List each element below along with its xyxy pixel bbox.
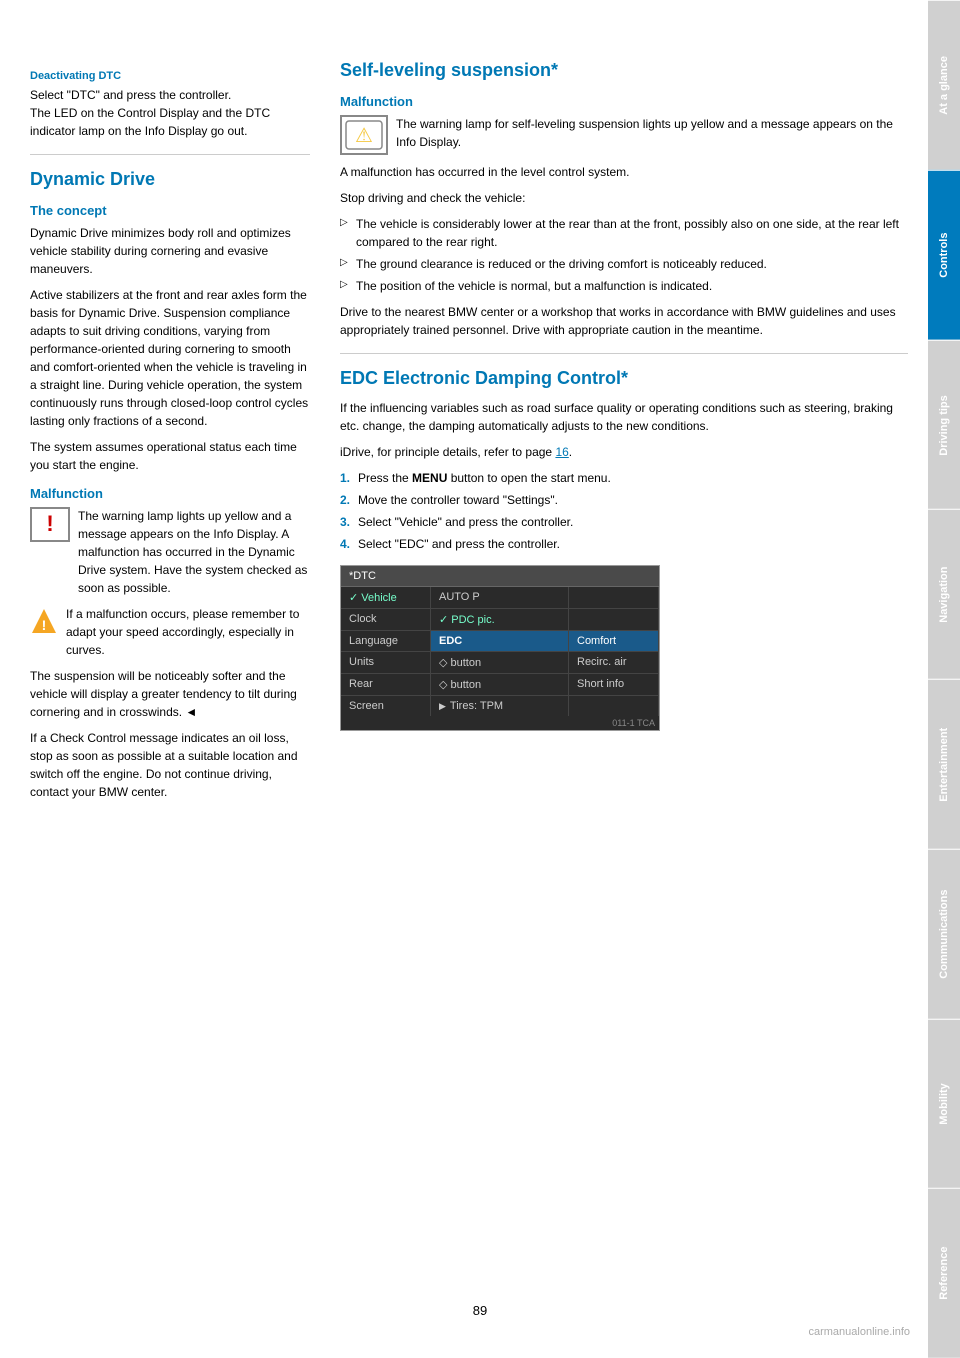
page-number: 89	[473, 1303, 487, 1318]
warning-box-left: ! The warning lamp lights up yellow and …	[30, 507, 310, 597]
list-item-1: The vehicle is considerably lower at the…	[340, 215, 908, 251]
self-level-warning-svg: ⚠	[345, 120, 383, 150]
check-control-text: If a Check Control message indicates an …	[30, 729, 310, 801]
screen-cell-tires: ▶ Tires: TPM	[431, 696, 569, 716]
screen-cell-empty-3	[569, 696, 659, 716]
screen-cell-clock: Clock	[341, 609, 431, 630]
warning-exclamation: !	[46, 511, 53, 537]
concept-title: The concept	[30, 203, 310, 218]
dynamic-drive-section: Dynamic Drive The concept Dynamic Drive …	[30, 169, 310, 801]
screen-cell-shortinfo: Short info	[569, 674, 659, 695]
screen-cell-screen: Screen	[341, 696, 431, 716]
edc-step-3: 3.Select "Vehicle" and press the control…	[340, 513, 908, 531]
deactivating-dtc-title: Deactivating DTC	[30, 70, 310, 82]
self-leveling-malfunction-title: Malfunction	[340, 94, 908, 109]
screen-cell-language: Language	[341, 631, 431, 651]
edc-steps: 1.Press the MENU button to open the star…	[340, 469, 908, 553]
self-leveling-warning-text: The warning lamp for self-leveling suspe…	[396, 115, 908, 151]
deactivating-dtc-section: Deactivating DTC Select "DTC" and press …	[30, 70, 310, 140]
screen-cell-units: Units	[341, 652, 431, 673]
screen-cell-empty-2	[569, 609, 659, 630]
screen-row-4: Units ◇ button Recirc. air	[341, 652, 659, 674]
self-leveling-title: Self-leveling suspension*	[340, 60, 908, 82]
screen-cell-comfort: Comfort	[569, 631, 659, 651]
page-wrapper: Deactivating DTC Select "DTC" and press …	[0, 0, 960, 1358]
edc-section: EDC Electronic Damping Control* If the i…	[340, 368, 908, 732]
screen-cell-recirc: Recirc. air	[569, 652, 659, 673]
warning-icon-left: !	[30, 507, 70, 542]
screen-cell-edc: EDC	[431, 631, 569, 651]
dynamic-drive-title: Dynamic Drive	[30, 169, 310, 191]
tab-at-a-glance[interactable]: At a glance	[928, 0, 960, 170]
deactivating-dtc-body: Select "DTC" and press the controller.Th…	[30, 86, 310, 140]
concept-para-1: Dynamic Drive minimizes body roll and op…	[30, 224, 310, 278]
self-leveling-list: The vehicle is considerably lower at the…	[340, 215, 908, 295]
screen-cell-autop: AUTO P	[431, 587, 569, 608]
tab-communications[interactable]: Communications	[928, 849, 960, 1019]
screen-row-3: Language EDC Comfort	[341, 631, 659, 652]
suspension-softer-text: The suspension will be noticeably softer…	[30, 667, 310, 721]
screen-row-1: ✓ Vehicle AUTO P	[341, 587, 659, 609]
stop-driving-text: Stop driving and check the vehicle:	[340, 189, 908, 207]
caution-wrapper: ! If a malfunction occurs, please rememb…	[30, 605, 310, 659]
list-item-3: The position of the vehicle is normal, b…	[340, 277, 908, 295]
screen-top-bar: *DTC	[341, 566, 659, 587]
concept-para-2: Active stabilizers at the front and rear…	[30, 286, 310, 430]
tab-navigation[interactable]: Navigation	[928, 509, 960, 679]
drive-to-bmw-text: Drive to the nearest BMW center or a wor…	[340, 303, 908, 339]
edc-step-4: 4.Select "EDC" and press the controller.	[340, 535, 908, 553]
side-tabs: At a glance Controls Driving tips Naviga…	[928, 0, 960, 1358]
idrive-ref: iDrive, for principle details, refer to …	[340, 443, 908, 461]
warning-box-right: ⚠ The warning lamp for self-leveling sus…	[340, 115, 908, 155]
screen-cell-button-1: ◇ button	[431, 652, 569, 673]
self-leveling-malfunction-body: A malfunction has occurred in the level …	[340, 163, 908, 181]
screen-cell-rear: Rear	[341, 674, 431, 695]
screen-cell-pdc: ✓ PDC pic.	[431, 609, 569, 630]
right-column: Self-leveling suspension* Malfunction ⚠ …	[340, 60, 908, 1298]
list-item-2: The ground clearance is reduced or the d…	[340, 255, 908, 273]
screen-row-6: Screen ▶ Tires: TPM	[341, 696, 659, 716]
warning-text-left: The warning lamp lights up yellow and a …	[78, 507, 310, 597]
svg-text:!: !	[42, 617, 47, 633]
caution-text: If a malfunction occurs, please remember…	[66, 605, 310, 659]
main-content: Deactivating DTC Select "DTC" and press …	[0, 0, 928, 1358]
divider-1	[30, 154, 310, 155]
edc-body: If the influencing variables such as roa…	[340, 399, 908, 435]
tab-controls[interactable]: Controls	[928, 170, 960, 340]
concept-para-3: The system assumes operational status ea…	[30, 438, 310, 474]
screen-cell-empty-1	[569, 587, 659, 608]
screen-row-5: Rear ◇ button Short info	[341, 674, 659, 696]
warning-icon-right: ⚠	[340, 115, 388, 155]
tab-driving-tips[interactable]: Driving tips	[928, 340, 960, 510]
edc-title: EDC Electronic Damping Control*	[340, 368, 908, 390]
edc-step-2: 2.Move the controller toward "Settings".	[340, 491, 908, 509]
left-column: Deactivating DTC Select "DTC" and press …	[30, 60, 310, 1298]
screen-cell-vehicle: ✓ Vehicle	[341, 587, 431, 608]
tab-mobility[interactable]: Mobility	[928, 1019, 960, 1189]
divider-2	[340, 353, 908, 354]
screen-cell-button-2: ◇ button	[431, 674, 569, 695]
edc-screen: *DTC ✓ Vehicle AUTO P Clock ✓ PDC pic. L…	[340, 565, 660, 731]
screen-image-label: 011-1 TCA	[341, 716, 659, 730]
tab-reference[interactable]: Reference	[928, 1188, 960, 1358]
caution-icon: !	[30, 607, 58, 635]
edc-step-1: 1.Press the MENU button to open the star…	[340, 469, 908, 487]
svg-text:⚠: ⚠	[355, 125, 373, 147]
self-leveling-section: Self-leveling suspension* Malfunction ⚠ …	[340, 60, 908, 339]
tab-entertainment[interactable]: Entertainment	[928, 679, 960, 849]
watermark: carmanualonline.info	[808, 1326, 910, 1338]
malfunction-title-left: Malfunction	[30, 486, 310, 501]
screen-row-2: Clock ✓ PDC pic.	[341, 609, 659, 631]
